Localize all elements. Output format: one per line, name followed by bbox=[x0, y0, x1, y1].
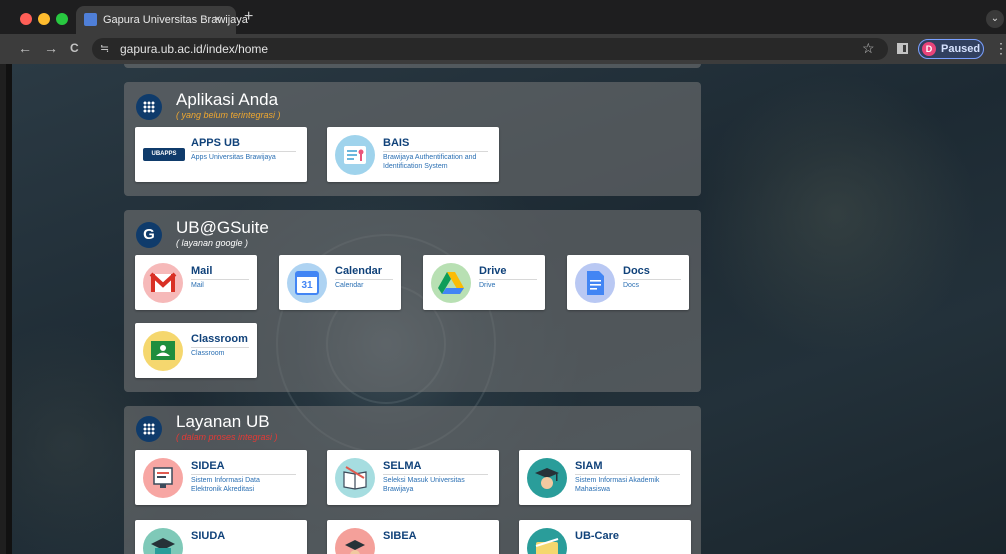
google-classroom-icon bbox=[143, 331, 183, 371]
section-subtitle: ( dalam proses integrasi ) bbox=[176, 432, 278, 442]
profile-button[interactable]: D Paused bbox=[918, 39, 984, 59]
selma-book-icon bbox=[335, 458, 375, 498]
profile-avatar: D bbox=[922, 42, 936, 56]
card-divider bbox=[191, 151, 296, 152]
gmail-icon bbox=[143, 263, 183, 303]
page-content: Aplikasi Anda ( yang belum terintegrasi … bbox=[6, 64, 1006, 554]
card-description: Sistem Informasi Data Elektronik Akredit… bbox=[191, 477, 260, 493]
card-title: Drive bbox=[479, 265, 507, 277]
calendar-day-label: 31 bbox=[301, 280, 313, 291]
section-aplikasi-anda: Aplikasi Anda ( yang belum terintegrasi … bbox=[124, 82, 701, 196]
bookmark-star-icon[interactable]: ☆ bbox=[862, 40, 875, 56]
sibea-scholar-icon bbox=[335, 528, 375, 554]
section-title: UB@GSuite bbox=[176, 218, 269, 237]
card-description: Seleksi Masuk Universitas Brawijaya bbox=[383, 477, 465, 493]
app-card-ub-care[interactable]: UB-Care bbox=[519, 520, 691, 554]
section-title: Aplikasi Anda bbox=[176, 90, 279, 109]
card-description: Docs bbox=[623, 282, 639, 289]
app-card-drive[interactable]: Drive Drive bbox=[423, 255, 545, 310]
siuda-graduate-icon bbox=[143, 528, 183, 554]
card-description: Mail bbox=[191, 282, 204, 289]
bais-id-card-icon bbox=[335, 135, 375, 175]
card-divider bbox=[383, 474, 488, 475]
app-card-siuda[interactable]: SIUDA bbox=[135, 520, 307, 554]
url-text[interactable]: gapura.ub.ac.id/index/home bbox=[120, 42, 268, 56]
section-gsuite: G UB@GSuite ( layanan google ) Mail Mail bbox=[124, 210, 701, 392]
section-subtitle: ( yang belum terintegrasi ) bbox=[176, 110, 281, 120]
card-description: Brawijaya Authentification and Identific… bbox=[383, 154, 477, 170]
card-title: SIAM bbox=[575, 460, 603, 472]
browser-toolbar: ← → C ≒ gapura.ub.ac.id/index/home ☆ D P… bbox=[0, 34, 1006, 64]
app-card-docs[interactable]: Docs Docs bbox=[567, 255, 689, 310]
sidea-document-icon bbox=[143, 458, 183, 498]
tab-close-icon[interactable]: × bbox=[214, 12, 221, 26]
google-drive-icon bbox=[431, 263, 471, 303]
app-card-sidea[interactable]: SIDEA Sistem Informasi Data Elektronik A… bbox=[135, 450, 307, 505]
card-title: SELMA bbox=[383, 460, 422, 472]
card-description: Drive bbox=[479, 282, 496, 289]
browser-tab[interactable]: Gapura Universitas Brawijaya × bbox=[76, 6, 248, 34]
card-title: SIBEA bbox=[383, 530, 417, 542]
card-title: SIDEA bbox=[191, 460, 225, 472]
card-title: Docs bbox=[623, 265, 650, 277]
reload-button[interactable]: C bbox=[70, 40, 79, 56]
previous-section-bottom bbox=[124, 64, 701, 68]
browser-tab-bar: Gapura Universitas Brawijaya × + ⌄ bbox=[0, 0, 1006, 34]
ub-care-icon bbox=[527, 528, 567, 554]
card-divider bbox=[479, 279, 537, 280]
address-bar[interactable]: ≒ gapura.ub.ac.id/index/home bbox=[92, 38, 888, 60]
browser-menu-icon[interactable]: ⋮ bbox=[994, 40, 1006, 56]
card-title: Calendar bbox=[335, 265, 383, 277]
card-divider bbox=[191, 347, 249, 348]
tab-title: Gapura Universitas Brawijaya bbox=[103, 14, 248, 26]
card-divider bbox=[191, 279, 249, 280]
card-description: Apps Universitas Brawijaya bbox=[191, 154, 276, 161]
site-info-icon[interactable]: ≒ bbox=[100, 42, 109, 55]
google-docs-icon bbox=[575, 263, 615, 303]
card-divider bbox=[335, 279, 393, 280]
card-title: SIUDA bbox=[191, 530, 226, 542]
card-divider bbox=[623, 279, 681, 280]
app-card-classroom[interactable]: Classroom Classroom bbox=[135, 323, 257, 378]
card-title: APPS UB bbox=[191, 137, 240, 149]
close-window-button[interactable] bbox=[20, 13, 32, 25]
card-description: Classroom bbox=[191, 350, 225, 357]
minimize-window-button[interactable] bbox=[38, 13, 50, 25]
card-title: Classroom bbox=[191, 333, 248, 345]
google-g-icon: G bbox=[136, 222, 162, 248]
maximize-window-button[interactable] bbox=[56, 13, 68, 25]
back-button[interactable]: ← bbox=[18, 40, 32, 56]
section-title: Layanan UB bbox=[176, 412, 270, 431]
section-layanan-ub: Layanan UB ( dalam proses integrasi ) SI… bbox=[124, 406, 701, 554]
card-divider bbox=[575, 474, 680, 475]
site-favicon-icon bbox=[84, 13, 97, 26]
section-subtitle: ( layanan google ) bbox=[176, 238, 249, 248]
card-title: BAIS bbox=[383, 137, 410, 149]
card-title: UB-Care bbox=[575, 530, 620, 542]
app-card-selma[interactable]: SELMA Seleksi Masuk Universitas Brawijay… bbox=[327, 450, 499, 505]
app-card-sibea[interactable]: SIBEA bbox=[327, 520, 499, 554]
app-card-apps-ub[interactable]: UBAPPS APPS UB Apps Universitas Brawijay… bbox=[135, 127, 307, 182]
profile-status-label: Paused bbox=[941, 43, 981, 55]
app-card-calendar[interactable]: 31 Calendar Calendar bbox=[279, 255, 401, 310]
app-card-bais[interactable]: BAIS Brawijaya Authentification and Iden… bbox=[327, 127, 499, 182]
app-card-siam[interactable]: SIAM Sistem Informasi Akademik Mahasiswa bbox=[519, 450, 691, 505]
forward-button[interactable]: → bbox=[44, 40, 58, 56]
apps-grid-icon bbox=[136, 94, 162, 120]
card-title: Mail bbox=[191, 265, 213, 277]
side-panel-icon[interactable] bbox=[897, 43, 908, 54]
card-description: Sistem Informasi Akademik Mahasiswa bbox=[575, 477, 660, 493]
card-divider bbox=[191, 474, 296, 475]
new-tab-button[interactable]: + bbox=[244, 9, 253, 25]
page-edge bbox=[6, 64, 12, 554]
ubapps-logo-icon: UBAPPS bbox=[143, 148, 185, 161]
calendar-icon: 31 bbox=[287, 263, 327, 303]
tab-search-icon[interactable]: ⌄ bbox=[986, 10, 1004, 28]
card-description: Calendar bbox=[335, 282, 364, 289]
siam-graduate-icon bbox=[527, 458, 567, 498]
card-divider bbox=[383, 151, 488, 152]
apps-grid-icon bbox=[136, 416, 162, 442]
app-card-mail[interactable]: Mail Mail bbox=[135, 255, 257, 310]
